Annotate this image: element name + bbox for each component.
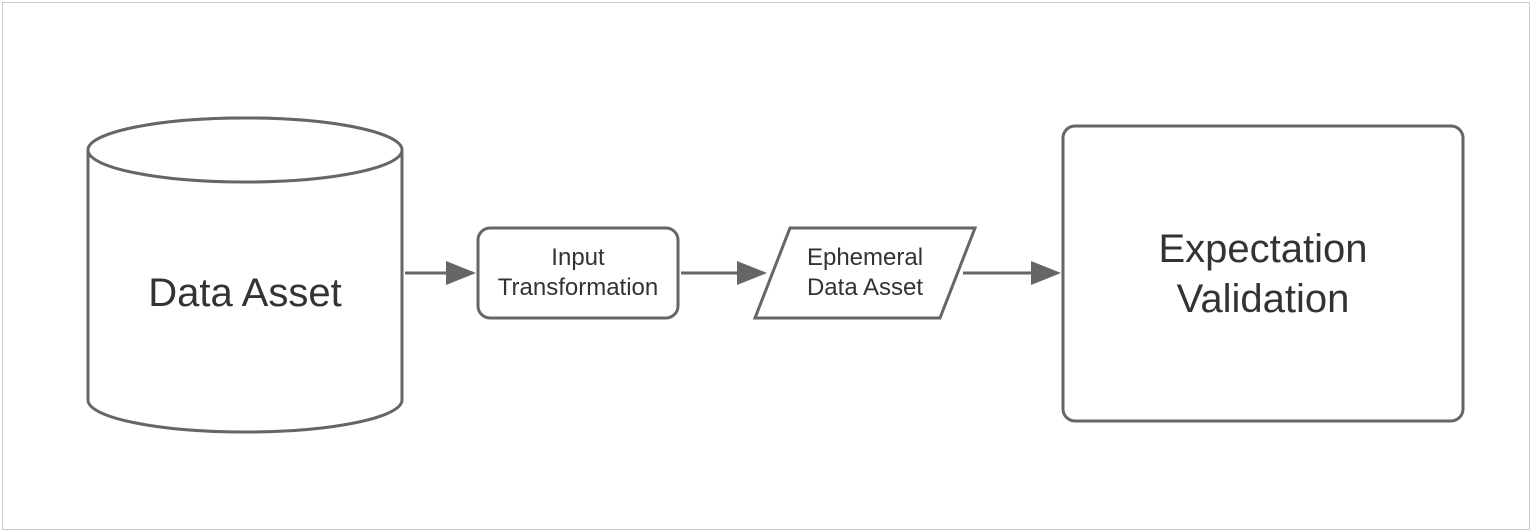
flow-diagram: Data Asset Input Transformation Ephemera… [3,3,1529,529]
diagram-frame: Data Asset Input Transformation Ephemera… [2,2,1530,530]
ephemeral-data-asset-label: Ephemeral Data Asset [765,228,965,318]
input-transformation-label: Input Transformation [478,228,678,318]
data-asset-label: Data Asset [88,198,402,388]
expectation-validation-label: Expectation Validation [1063,126,1463,421]
